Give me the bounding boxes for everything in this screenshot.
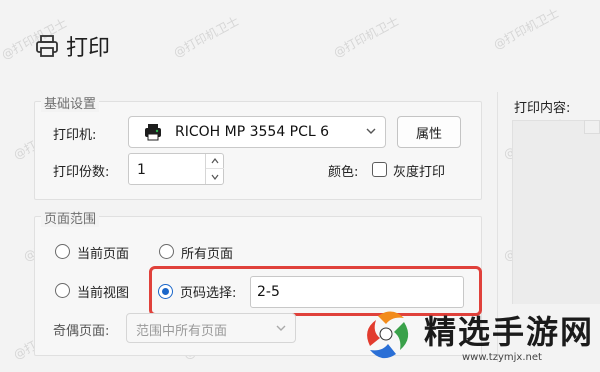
radio-all-pages-label[interactable]: 所有页面 (181, 243, 233, 262)
radio-all-pages[interactable] (159, 244, 174, 259)
chevron-down-icon (211, 174, 219, 180)
printer-icon (36, 35, 58, 57)
radio-current-view[interactable] (55, 283, 70, 298)
page-range-legend: 页面范围 (41, 208, 100, 227)
copies-label: 打印份数: (53, 165, 110, 180)
brand-watermark: 精选手游网 www.tzymjx.net (352, 300, 600, 372)
brand-name: 精选手游网 (424, 313, 595, 351)
print-content-label: 打印内容: (514, 101, 571, 116)
chevron-up-icon (211, 158, 219, 164)
copies-value: 1 (137, 162, 146, 178)
copies-stepper[interactable]: 1 (128, 153, 224, 185)
radio-current-page-label[interactable]: 当前页面 (77, 243, 129, 262)
grayscale-checkbox[interactable] (372, 162, 387, 177)
print-preview-area (512, 120, 600, 304)
brand-url: www.tzymjx.net (462, 352, 542, 363)
watermark: @打印机卫士 (331, 13, 402, 61)
odd-even-value: 范围中所有页面 (136, 324, 228, 339)
stepper-arrows (205, 154, 224, 184)
printer-label: 打印机: (53, 128, 97, 143)
watermark: @打印机卫士 (491, 5, 562, 53)
scrollbar[interactable] (584, 120, 600, 134)
increment-button[interactable] (206, 154, 224, 169)
chevron-down-icon (366, 128, 376, 134)
watermark: @打印机卫士 (171, 13, 242, 61)
chevron-down-icon (276, 325, 286, 331)
decrement-button[interactable] (206, 169, 224, 184)
radio-current-view-label[interactable]: 当前视图 (77, 282, 129, 301)
printer-device-icon (145, 124, 161, 141)
dialog-title: 打印 (34, 30, 110, 62)
radio-current-page[interactable] (55, 244, 70, 259)
title-text: 打印 (66, 36, 111, 61)
odd-even-label: 奇偶页面: (53, 324, 110, 339)
printer-name: RICOH MP 3554 PCL 6 (175, 124, 330, 140)
brand-logo-icon (367, 311, 409, 359)
color-label: 颜色: (328, 165, 359, 180)
grayscale-label[interactable]: 灰度打印 (393, 161, 445, 180)
properties-button[interactable]: 属性 (397, 116, 461, 148)
printer-select[interactable]: RICOH MP 3554 PCL 6 (128, 116, 386, 148)
odd-even-select[interactable]: 范围中所有页面 (126, 313, 296, 343)
basic-settings-legend: 基础设置 (41, 93, 100, 112)
